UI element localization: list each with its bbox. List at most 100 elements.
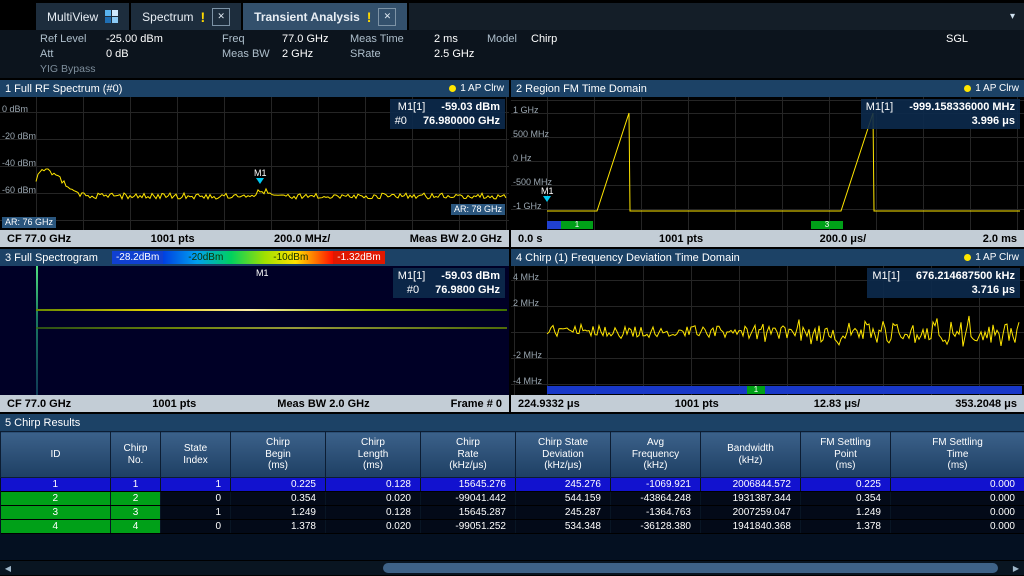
warning-icon: ! <box>367 9 372 25</box>
table-cell: 0.128 <box>326 478 421 492</box>
table-cell: 544.159 <box>516 492 611 506</box>
table-cell: 1.249 <box>801 506 891 520</box>
tab-multiview[interactable]: MultiView <box>36 3 131 30</box>
column-header: Chirp Length (ms) <box>326 432 421 478</box>
close-icon[interactable]: ✕ <box>212 8 230 26</box>
table-cell: 15645.276 <box>421 478 516 492</box>
table-cell: 0.128 <box>326 506 421 520</box>
table-header-row: ID Chirp No. State Index Chirp Begin (ms… <box>1 432 1024 478</box>
close-icon[interactable]: ✕ <box>378 8 396 26</box>
window-titlebar[interactable]: 3 Full Spectrogram -28.2dBm -20dBm -10dB… <box>0 249 509 266</box>
window-region-fm-time-domain: 2 Region FM Time Domain 1 AP Clrw 1 GHz … <box>511 80 1024 247</box>
spectrogram-edge-line <box>36 266 38 395</box>
marker-m1[interactable]: M1 <box>254 169 267 184</box>
window-titlebar[interactable]: 5 Chirp Results <box>0 414 1024 431</box>
deviation-plot[interactable]: 4 MHz 2 MHz -2 MHz -4 MHz M1[1]676.21468… <box>511 266 1024 395</box>
table-cell: 1.249 <box>231 506 326 520</box>
table-cell: -1364.763 <box>611 506 701 520</box>
window-chirp-results: 5 Chirp Results ID Chirp No. State Index… <box>0 414 1024 560</box>
scale-mid-label: -10dBm <box>273 251 308 264</box>
spectrum-plot[interactable]: 0 dBm -20 dBm -40 dBm -60 dBm M1 M1[1]-5… <box>0 97 509 230</box>
table-row-selected[interactable]: 1 1 1 0.225 0.128 15645.276 245.276 -106… <box>1 478 1024 492</box>
window-titlebar[interactable]: 2 Region FM Time Domain 1 AP Clrw <box>511 80 1024 97</box>
marker-m1[interactable]: M1 <box>541 187 554 202</box>
y-axis-label: -4 MHz <box>513 376 542 386</box>
table-cell: 0.000 <box>891 506 1024 520</box>
meas-time-setting[interactable]: Meas Time2 ms <box>350 33 458 45</box>
scroll-right-icon[interactable]: ▶ <box>1008 562 1024 574</box>
y-axis-label: -1 GHz <box>513 201 542 211</box>
table-cell: 3 <box>1 506 111 520</box>
att-setting[interactable]: Att0 dB <box>40 48 129 60</box>
table-cell: 0 <box>161 492 231 506</box>
table-row[interactable]: 3 3 1 1.249 0.128 15645.287 245.287 -136… <box>1 506 1024 520</box>
y-axis-label: 2 MHz <box>513 298 539 308</box>
column-header: FM Settling Time (ms) <box>891 432 1024 478</box>
window-titlebar[interactable]: 1 Full RF Spectrum (#0) 1 AP Clrw <box>0 80 509 97</box>
trace-color-icon <box>964 254 971 261</box>
column-header: Chirp Rate (kHz/μs) <box>421 432 516 478</box>
marker-readout: M1[1]-999.158336000 MHz 3.996 μs <box>861 99 1020 129</box>
tab-overflow-button[interactable]: ▾ <box>1001 3 1024 30</box>
table-cell: 1 <box>161 478 231 492</box>
window-full-rf-spectrum: 1 Full RF Spectrum (#0) 1 AP Clrw 0 dBm … <box>0 80 509 247</box>
window-footer: 224.9332 μs1001 pts12.83 μs/353.2048 μs <box>511 395 1024 412</box>
window-full-spectrogram: 3 Full Spectrogram -28.2dBm -20dBm -10dB… <box>0 249 509 412</box>
tab-spectrum[interactable]: Spectrum ! ✕ <box>131 3 243 30</box>
marker-m1-label: M1 <box>256 268 269 278</box>
color-gradient-bar: -20dBm -10dBm <box>163 251 333 264</box>
table-cell: -99041.442 <box>421 492 516 506</box>
trace-badge: 1 AP Clrw <box>449 83 504 94</box>
freq-setting[interactable]: Freq77.0 GHz <box>222 33 328 45</box>
tab-bar: MultiView Spectrum ! ✕ Transient Analysi… <box>36 3 1024 30</box>
scale-max-label: -1.32dBm <box>333 251 384 264</box>
trace-color-icon <box>964 85 971 92</box>
spectrogram-plot[interactable]: M1 M1[1]-59.03 dBm #076.9800 GHz <box>0 266 509 395</box>
meas-bw-setting[interactable]: Meas BW2 GHz <box>222 48 313 60</box>
fm-time-plot[interactable]: 1 GHz 500 MHz 0 Hz -500 MHz -1 GHz M1 M1… <box>511 97 1024 230</box>
table-row[interactable]: 2 2 0 0.354 0.020 -99041.442 544.159 -43… <box>1 492 1024 506</box>
y-axis-label: -20 dBm <box>2 131 36 141</box>
tab-multiview-label: MultiView <box>47 10 98 24</box>
column-header: Chirp State Deviation (kHz/μs) <box>516 432 611 478</box>
ref-level-setting[interactable]: Ref Level-25.00 dBm <box>40 33 163 45</box>
table-cell: 3 <box>111 506 161 520</box>
scale-mid-label: -20dBm <box>188 251 223 264</box>
chirp-results-table: ID Chirp No. State Index Chirp Begin (ms… <box>0 431 1024 534</box>
table-cell: 1941840.368 <box>701 520 801 534</box>
scrollbar-thumb[interactable] <box>383 563 998 573</box>
chirp-region-bar: 1 <box>547 386 1022 394</box>
table-cell: 0.000 <box>891 478 1024 492</box>
srate-setting[interactable]: SRate2.5 GHz <box>350 48 474 60</box>
window-titlebar[interactable]: 4 Chirp (1) Frequency Deviation Time Dom… <box>511 249 1024 266</box>
table-cell: 1.378 <box>801 520 891 534</box>
scroll-left-icon[interactable]: ◀ <box>0 562 16 574</box>
model-setting[interactable]: ModelChirp <box>487 33 557 45</box>
scrollbar-track[interactable] <box>16 563 1008 573</box>
y-axis-label: 500 MHz <box>513 129 549 139</box>
analyzer-screen: MultiView Spectrum ! ✕ Transient Analysi… <box>0 0 1024 576</box>
table-cell: 4 <box>1 520 111 534</box>
scale-min-label: -28.2dBm <box>112 251 163 264</box>
window-title: 3 Full Spectrogram <box>5 252 98 264</box>
warning-icon: ! <box>201 9 206 25</box>
table-cell: 15645.287 <box>421 506 516 520</box>
column-header: FM Settling Point (ms) <box>801 432 891 478</box>
window-chirp-frequency-deviation: 4 Chirp (1) Frequency Deviation Time Dom… <box>511 249 1024 412</box>
table-cell: 0.000 <box>891 492 1024 506</box>
tab-transient-analysis[interactable]: Transient Analysis ! ✕ <box>243 3 409 30</box>
window-title: 5 Chirp Results <box>5 417 80 429</box>
table-cell: 0.020 <box>326 520 421 534</box>
table-cell: 245.287 <box>516 506 611 520</box>
column-header: State Index <box>161 432 231 478</box>
marker-readout: M1[1]-59.03 dBm #076.980000 GHz <box>390 99 505 129</box>
table-cell: 245.276 <box>516 478 611 492</box>
table-cell: 2006844.572 <box>701 478 801 492</box>
table-cell: -43864.248 <box>611 492 701 506</box>
table-cell: 1.378 <box>231 520 326 534</box>
table-cell: 0.225 <box>231 478 326 492</box>
color-scale: -28.2dBm -20dBm -10dBm -1.32dBm <box>112 251 385 264</box>
table-row[interactable]: 4 4 0 1.378 0.020 -99051.252 534.348 -36… <box>1 520 1024 534</box>
channel-settings-bar: Ref Level-25.00 dBm Freq77.0 GHz Meas Ti… <box>0 30 1024 78</box>
analysis-region-stop-label: AR: 78 GHz <box>451 204 505 215</box>
